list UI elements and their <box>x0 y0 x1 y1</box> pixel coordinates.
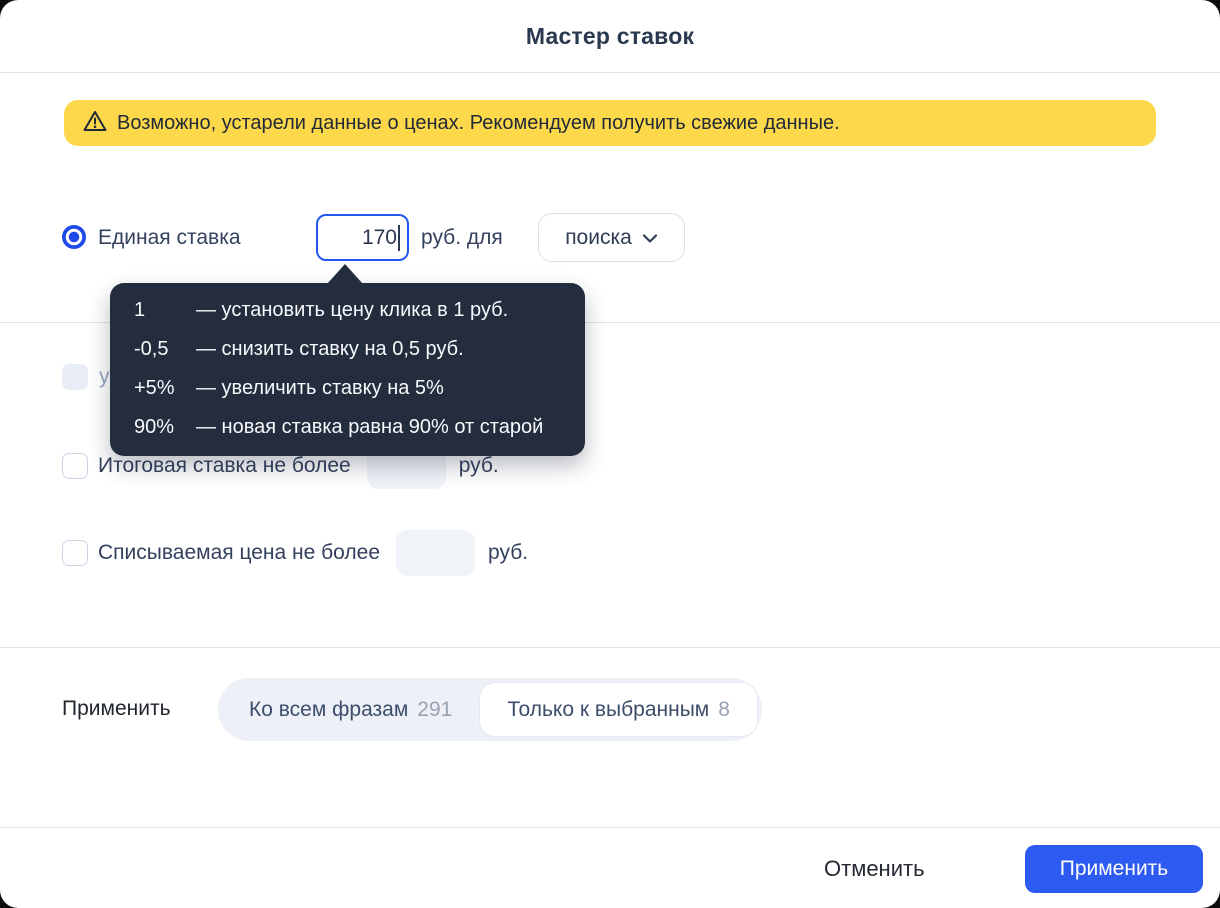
tooltip-row: 90% — новая ставка равна 90% от старой <box>134 408 561 447</box>
cancel-button[interactable]: Отменить <box>814 850 935 888</box>
segment-all-phrases[interactable]: Ко всем фразам 291 <box>222 682 479 737</box>
modal-title: Мастер ставок <box>525 22 695 49</box>
bid-hint-tooltip: 1 — установить цену клика в 1 руб. -0,5 … <box>110 264 585 456</box>
bid-target-value: поиска <box>565 225 632 249</box>
segment-selected-only-count: 8 <box>718 697 730 721</box>
max-final-bid-checkbox[interactable] <box>62 453 88 479</box>
bid-target-select[interactable]: поиска <box>538 213 685 262</box>
single-bid-radio-label: Единая ставка <box>98 226 241 249</box>
max-charged-price-input[interactable] <box>396 530 476 576</box>
tooltip-row: -0,5 — снизить ставку на 0,5 руб. <box>134 330 561 369</box>
bid-amount-value: 170 <box>361 225 397 249</box>
covered-option-checkbox[interactable] <box>62 364 88 390</box>
covered-option-partial-label: у <box>99 365 110 388</box>
tooltip-example: 1 <box>134 299 146 321</box>
max-charged-price-checkbox[interactable] <box>62 540 88 566</box>
apply-scope-segmented-control: Ко всем фразам 291 Только к выбранным 8 <box>218 678 762 741</box>
segment-selected-only[interactable]: Только к выбранным 8 <box>479 682 758 737</box>
tooltip-example: +5% <box>134 377 175 399</box>
apply-button[interactable]: Применить <box>1025 845 1203 893</box>
footer-divider <box>0 827 1220 828</box>
tooltip-description: — увеличить ставку на 5% <box>196 377 444 399</box>
text-caret <box>398 224 400 251</box>
max-charged-price-row: Списываемая цена не более руб. <box>62 530 528 576</box>
chevron-down-icon <box>642 226 658 250</box>
bid-wizard-modal: Мастер ставок Возможно, устарели данные … <box>0 0 1220 908</box>
single-bid-radio[interactable] <box>62 225 86 249</box>
warning-text: Возможно, устарели данные о ценах. Реком… <box>117 111 840 134</box>
section-divider <box>0 647 1220 648</box>
currency-for-label: руб. для <box>421 226 503 249</box>
warning-triangle-icon <box>82 109 108 138</box>
tooltip-description: — установить цену клика в 1 руб. <box>196 299 509 321</box>
segment-all-phrases-label: Ко всем фразам <box>249 697 409 721</box>
tooltip-example: 90% <box>134 416 175 438</box>
max-charged-price-label: Списываемая цена не более <box>98 541 381 564</box>
bid-amount-input[interactable]: 170 <box>316 214 409 261</box>
tooltip-description: — снизить ставку на 0,5 руб. <box>196 338 464 360</box>
max-final-bid-label: Итоговая ставка не более <box>98 454 351 477</box>
segment-all-phrases-count: 291 <box>417 697 453 721</box>
tooltip-row: +5% — увеличить ставку на 5% <box>134 369 561 408</box>
max-charged-price-suffix: руб. <box>488 541 529 564</box>
covered-option-row: у <box>62 364 110 390</box>
tooltip-arrow <box>327 264 363 284</box>
apply-scope-label: Применить <box>62 697 171 720</box>
tooltip-description: — новая ставка равна 90% от старой <box>196 416 544 438</box>
warning-banner: Возможно, устарели данные о ценах. Реком… <box>64 100 1156 146</box>
segment-selected-only-label: Только к выбранным <box>507 697 710 721</box>
tooltip-example: -0,5 <box>134 338 169 360</box>
tooltip-row: 1 — установить цену клика в 1 руб. <box>134 291 561 330</box>
max-final-bid-suffix: руб. <box>458 454 499 477</box>
header-divider <box>0 72 1220 73</box>
